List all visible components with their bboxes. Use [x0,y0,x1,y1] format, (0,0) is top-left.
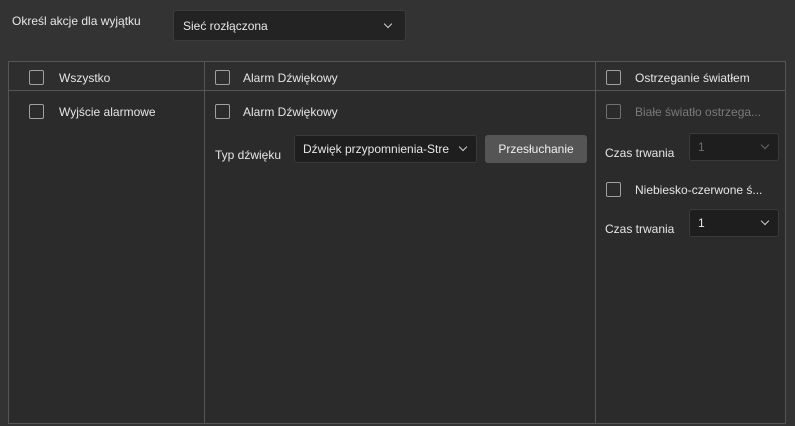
sound-alarm-checkbox[interactable] [215,104,230,119]
column-divider [595,62,596,423]
white-light-label: Białe światło ostrzega... [635,105,762,119]
duration-select-1[interactable]: 1 [689,133,779,161]
duration-label-1: Czas trwania [605,146,675,160]
sound-type-value: Dźwięk przypomnienia-Stre [303,142,450,156]
actions-table: Wszystko Alarm Dźwiękowy Ostrzeganie świ… [8,61,786,424]
light-warning-header-label: Ostrzeganie światłem [635,71,750,85]
alarm-output-label: Wyjście alarmowe [59,105,156,119]
sound-alarm-header-checkbox[interactable] [215,70,230,85]
duration-value-1: 1 [698,140,705,154]
light-warning-header-checkbox[interactable] [606,70,621,85]
exception-select[interactable]: Sieć rozłączona [173,10,406,41]
chevron-down-icon [383,19,393,28]
sound-alarm-label: Alarm Dźwiękowy [243,105,338,119]
select-all-label: Wszystko [59,71,111,85]
chevron-down-icon [458,142,468,152]
chevron-down-icon [760,140,770,150]
exception-label: Określ akcje dla wyjątku [12,14,141,28]
select-all-checkbox[interactable] [29,70,44,85]
white-light-checkbox[interactable] [606,104,621,119]
chevron-down-icon [760,216,770,226]
column-divider [204,62,205,423]
alarm-output-checkbox[interactable] [29,104,44,119]
sound-alarm-header-label: Alarm Dźwiękowy [243,71,338,85]
sound-type-select[interactable]: Dźwięk przypomnienia-Stre [294,135,477,163]
duration-label-2: Czas trwania [605,222,675,236]
exception-actions-panel: Określ akcje dla wyjątku Sieć rozłączona… [0,0,795,426]
listen-button[interactable]: Przesłuchanie [485,135,587,163]
duration-value-2: 1 [698,216,705,230]
blue-red-label: Niebiesko-czerwone ś... [635,183,763,197]
exception-select-value: Sieć rozłączona [183,18,268,33]
blue-red-checkbox[interactable] [606,182,621,197]
duration-select-2[interactable]: 1 [689,209,779,237]
sound-type-label: Typ dźwięku [215,148,282,162]
